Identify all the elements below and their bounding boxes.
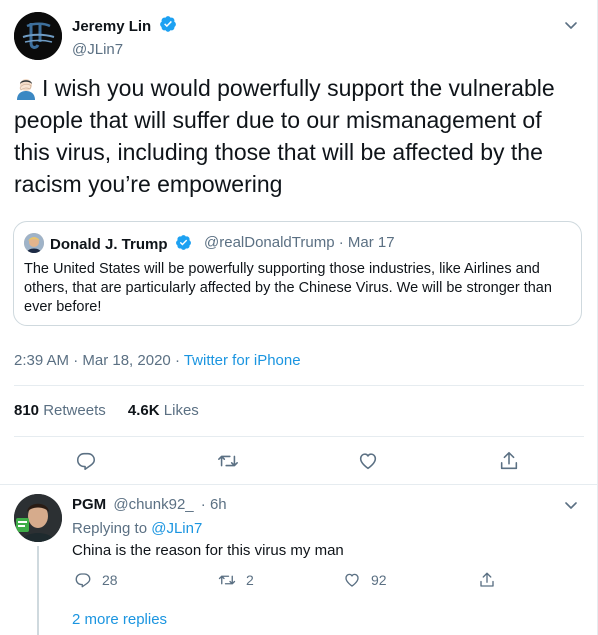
retweet-icon[interactable] [217,450,239,472]
author-block: Jeremy Lin @JLin7 [72,15,177,58]
verified-badge-icon [175,234,192,255]
verified-badge-icon [159,15,177,38]
like-icon[interactable] [357,450,379,472]
quoted-author-handle[interactable]: @realDonaldTrump [204,234,335,251]
share-icon [480,572,494,587]
tweet-header: Jeremy Lin @JLin7 [14,12,584,64]
tweet-stats: 810 Retweets 4.6K Likes [14,402,199,419]
show-more-replies-link[interactable]: 2 more replies [72,611,167,628]
replying-to: Replying to @JLin7 [72,520,203,537]
reply-tweet[interactable]: PGM @chunk92_ · 6h Replying to @JLin7 Ch… [0,484,598,635]
thread-line [37,546,39,635]
share-icon[interactable] [498,450,520,472]
reply-icon [75,573,91,588]
tweet-timestamp[interactable]: 2:39 AM · Mar 18, 2020 [14,352,171,369]
likes-stat[interactable]: 4.6K Likes [128,402,199,419]
author-handle[interactable]: @JLin7 [72,41,177,58]
reply-share-button[interactable] [478,570,506,590]
reply-text: China is the reason for this virus my ma… [72,542,344,559]
reply-like-button[interactable]: 92 [343,570,387,590]
reply-retweet-button[interactable]: 2 [218,570,254,590]
tweet-text: I wish you would powerfully support the … [14,72,579,200]
reply-action-bar: 28 2 92 [72,570,512,590]
quoted-date[interactable]: Mar 17 [348,234,395,251]
tweet-text-body: I wish you would powerfully support the … [14,75,555,197]
like-icon [345,573,359,587]
quoted-meta: @realDonaldTrump · Mar 17 [204,234,395,251]
meta-separator: · [338,234,344,251]
tweet-detail-view: Jeremy Lin @JLin7 I wish you would power… [0,0,598,635]
reply-header: PGM @chunk92_ · 6h [72,496,227,513]
avatar[interactable] [14,12,62,60]
retweets-stat[interactable]: 810 Retweets [14,402,106,419]
reply-replies-count: 28 [102,572,118,588]
divider [14,385,584,386]
caret-down-icon[interactable] [562,16,580,34]
reply-icon[interactable] [75,450,97,472]
man-facepalming-emoji [14,76,38,100]
reply-likes-count: 92 [371,572,387,588]
reply-reply-button[interactable]: 28 [74,570,118,590]
reply-author-handle[interactable]: @chunk92_ [113,496,193,513]
reply-author-name[interactable]: PGM [72,496,106,513]
reply-retweets-count: 2 [246,572,254,588]
retweet-icon [218,575,236,585]
replying-to-link[interactable]: @JLin7 [151,520,202,537]
quoted-author-name[interactable]: Donald J. Trump [50,234,192,255]
author-name[interactable]: Jeremy Lin [72,18,151,35]
tweet-timestamp-row: 2:39 AM · Mar 18, 2020 · Twitter for iPh… [14,352,301,369]
reply-age[interactable]: · 6h [201,496,227,513]
meta-separator: · [174,352,180,369]
divider [14,436,584,437]
quoted-tweet[interactable]: Donald J. Trump @realDonaldTrump · Mar 1… [13,221,582,326]
tweet-action-bar [0,446,598,476]
tweet-source-link[interactable]: Twitter for iPhone [184,352,301,369]
quoted-tweet-text: The United States will be powerfully sup… [24,261,552,315]
reply-avatar[interactable] [14,494,62,542]
caret-down-icon[interactable] [562,496,580,514]
quoted-avatar [24,233,44,253]
